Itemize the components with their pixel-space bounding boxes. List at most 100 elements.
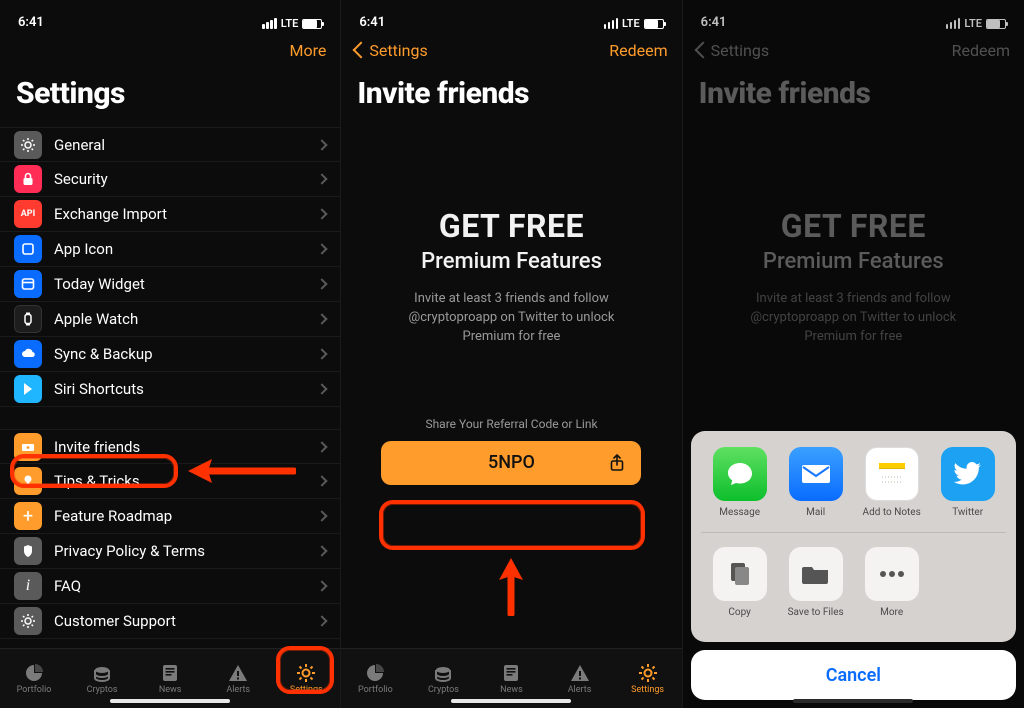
chevron-right-icon bbox=[317, 545, 328, 556]
settings-row-roadmap[interactable]: +Feature Roadmap bbox=[0, 499, 340, 534]
share-actions-row: Copy Save to Files More bbox=[701, 532, 1006, 632]
settings-row-support[interactable]: Customer Support bbox=[0, 604, 340, 639]
hero-line-2: Premium Features bbox=[421, 249, 602, 274]
tab-portfolio[interactable]: Portfolio bbox=[0, 649, 68, 708]
settings-row-import[interactable]: API Exchange Import bbox=[0, 197, 340, 232]
settings-row-security[interactable]: Security bbox=[0, 162, 340, 197]
home-indicator bbox=[110, 699, 230, 703]
twitter-icon bbox=[941, 447, 995, 501]
share-label: Copy bbox=[728, 607, 751, 618]
cryptos-icon bbox=[90, 663, 114, 683]
chevron-right-icon bbox=[317, 441, 328, 452]
tab-label: Cryptos bbox=[87, 685, 118, 695]
copy-icon bbox=[713, 547, 767, 601]
row-label: Apple Watch bbox=[54, 310, 318, 328]
settings-icon bbox=[294, 663, 318, 683]
support-icon bbox=[14, 607, 42, 635]
row-label: Tips & Tricks bbox=[54, 472, 318, 490]
settings-row-siri[interactable]: Siri Shortcuts bbox=[0, 372, 340, 407]
share-label: Message bbox=[719, 507, 760, 518]
portfolio-icon bbox=[363, 663, 387, 683]
home-indicator bbox=[793, 699, 913, 703]
settings-row-general[interactable]: General bbox=[0, 127, 340, 162]
tab-label: Portfolio bbox=[358, 685, 393, 695]
hero-line-1: GET FREE bbox=[439, 207, 584, 245]
row-label: Today Widget bbox=[54, 275, 318, 293]
panel-invite: 6:41 LTE Settings Redeem Invite friends … bbox=[341, 0, 682, 708]
cancel-button[interactable]: Cancel bbox=[691, 650, 1016, 700]
chevron-right-icon bbox=[317, 208, 328, 219]
status-bar: 6:41 LTE bbox=[341, 0, 681, 30]
share-label: More bbox=[880, 607, 903, 618]
today-icon bbox=[14, 270, 42, 298]
more-icon bbox=[865, 547, 919, 601]
row-label: Exchange Import bbox=[54, 205, 318, 223]
appicon-icon bbox=[14, 235, 42, 263]
tab-label: Portfolio bbox=[17, 685, 52, 695]
settings-row-watch[interactable]: Apple Watch bbox=[0, 302, 340, 337]
notes-icon bbox=[865, 447, 919, 501]
share-app-mail[interactable]: Mail bbox=[785, 447, 847, 518]
settings-row-tips[interactable]: Tips & Tricks bbox=[0, 464, 340, 499]
chevron-left-icon bbox=[353, 42, 370, 59]
tab-settings[interactable]: Settings bbox=[272, 649, 340, 708]
alerts-icon bbox=[226, 663, 250, 683]
mail-icon bbox=[789, 447, 843, 501]
share-app-notes[interactable]: Add to Notes bbox=[861, 447, 923, 518]
chevron-right-icon bbox=[317, 243, 328, 254]
settings-row-invite[interactable]: Invite friends bbox=[0, 429, 340, 464]
settings-row-sync[interactable]: Sync & Backup bbox=[0, 337, 340, 372]
chevron-right-icon bbox=[317, 510, 328, 521]
tips-icon bbox=[14, 467, 42, 495]
settings-icon bbox=[636, 663, 660, 683]
share-app-twitter[interactable]: Twitter bbox=[937, 447, 999, 518]
settings-row-today[interactable]: Today Widget bbox=[0, 267, 340, 302]
tab-portfolio[interactable]: Portfolio bbox=[341, 649, 409, 708]
settings-row-faq[interactable]: iFAQ bbox=[0, 569, 340, 604]
alerts-icon bbox=[568, 663, 592, 683]
share-action-copy[interactable]: Copy bbox=[709, 547, 771, 618]
sync-icon bbox=[14, 340, 42, 368]
redeem-button[interactable]: Redeem bbox=[609, 41, 667, 60]
tab-settings[interactable]: Settings bbox=[614, 649, 682, 708]
share-label: Add to Notes bbox=[863, 507, 921, 518]
general-icon bbox=[14, 131, 42, 159]
import-icon: API bbox=[14, 200, 42, 228]
signal-icon bbox=[262, 18, 277, 29]
siri-icon bbox=[14, 375, 42, 403]
more-button[interactable]: More bbox=[289, 41, 326, 60]
share-label: Twitter bbox=[952, 507, 983, 518]
nav-bar: Settings Redeem bbox=[341, 30, 681, 70]
share-action-files[interactable]: Save to Files bbox=[785, 547, 847, 618]
row-label: General bbox=[54, 136, 318, 154]
status-bar: 6:41 LTE bbox=[0, 0, 340, 30]
share-label: Mail bbox=[806, 507, 825, 518]
chevron-right-icon bbox=[317, 173, 328, 184]
roadmap-icon: + bbox=[14, 502, 42, 530]
network-type: LTE bbox=[622, 17, 640, 30]
page-title: Settings bbox=[0, 70, 340, 127]
tab-label: Cryptos bbox=[428, 685, 459, 695]
promo-description: Invite at least 3 friends and follow @cr… bbox=[381, 290, 641, 347]
chevron-right-icon bbox=[317, 475, 328, 486]
network-type: LTE bbox=[281, 17, 299, 30]
row-label: Customer Support bbox=[54, 612, 318, 630]
tab-label: Alerts bbox=[568, 685, 592, 695]
watch-icon bbox=[14, 305, 42, 333]
promo-block: GET FREE Premium Features Invite at leas… bbox=[341, 127, 681, 648]
settings-row-appicon[interactable]: App Icon bbox=[0, 232, 340, 267]
share-action-more[interactable]: More bbox=[861, 547, 923, 618]
row-label: Security bbox=[54, 170, 318, 188]
referral-code-button[interactable]: 5NPO bbox=[381, 441, 641, 485]
chevron-right-icon bbox=[317, 580, 328, 591]
settings-row-privacy[interactable]: Privacy Policy & Terms bbox=[0, 534, 340, 569]
status-time: 6:41 bbox=[359, 15, 385, 30]
chevron-right-icon bbox=[317, 313, 328, 324]
chevron-right-icon bbox=[317, 348, 328, 359]
back-button[interactable]: Settings bbox=[355, 41, 427, 60]
share-app-message[interactable]: Message bbox=[709, 447, 771, 518]
row-label: App Icon bbox=[54, 240, 318, 258]
tab-label: News bbox=[500, 685, 523, 695]
message-icon bbox=[713, 447, 767, 501]
security-icon bbox=[14, 165, 42, 193]
